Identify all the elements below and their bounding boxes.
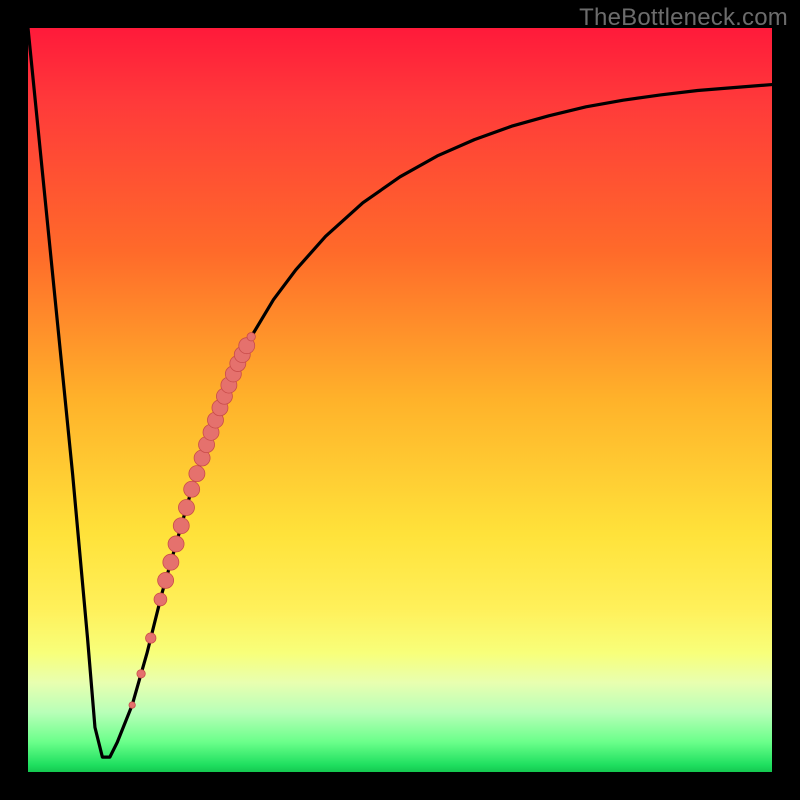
highlight-marker [163,554,179,570]
highlight-marker [173,518,189,534]
highlight-marker [184,481,200,497]
chart-overlay [28,28,772,772]
highlight-marker [178,500,194,516]
highlight-marker [247,333,255,341]
highlight-marker [168,536,184,552]
curve-line [28,28,772,757]
watermark-text: TheBottleneck.com [579,4,788,32]
chart-frame: TheBottleneck.com [0,0,800,800]
highlight-marker [189,466,205,482]
highlight-marker [137,670,145,678]
highlight-marker [129,702,135,708]
highlight-marker [158,572,174,588]
highlight-marker [154,593,167,606]
highlight-marker [146,633,156,643]
